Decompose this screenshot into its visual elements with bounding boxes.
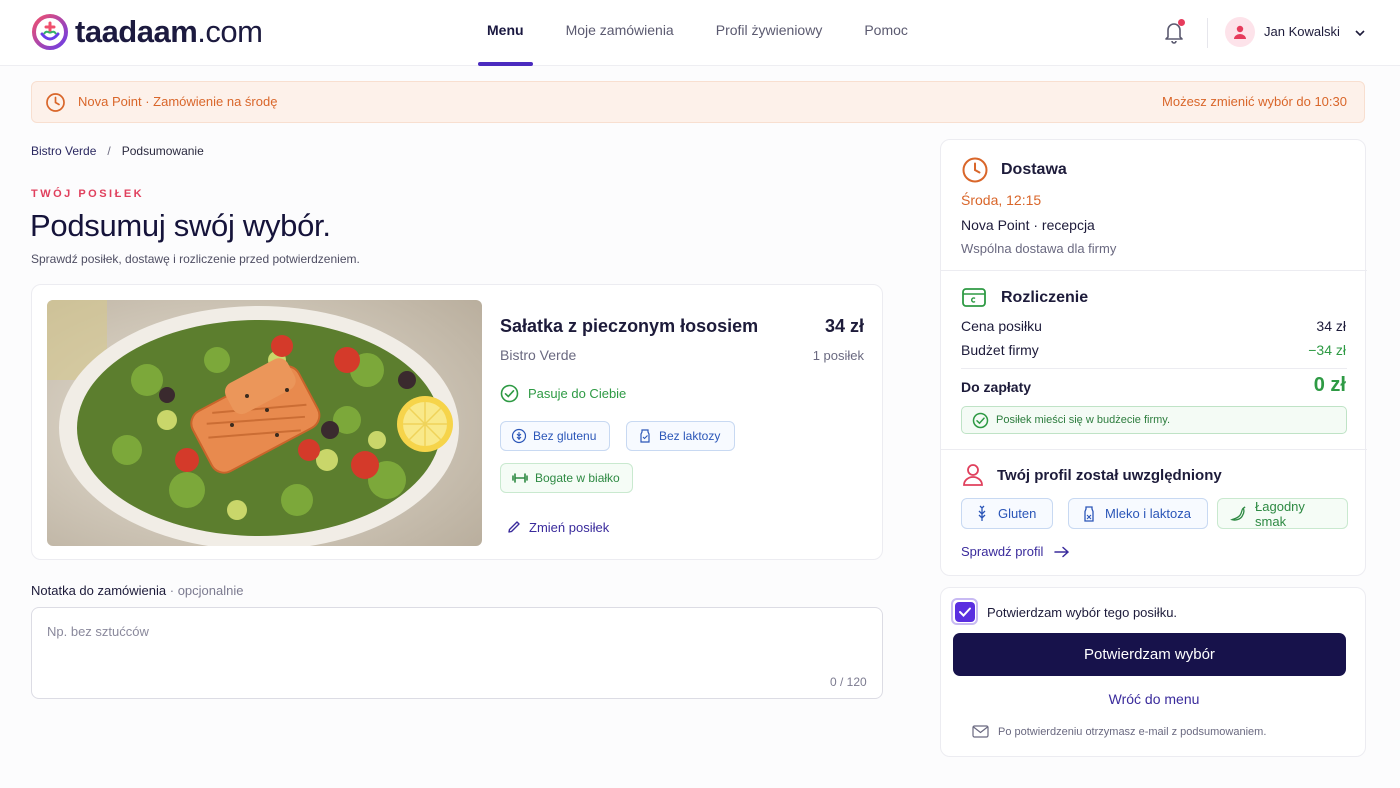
logo[interactable]: taadaam.com [31,12,263,52]
change-meal-link[interactable]: Zmień posiłek [506,519,609,535]
tag-label: Bez glutenu [533,429,597,443]
delivery-place: Nova Point · recepcja [961,217,1095,233]
logo-icon [31,13,69,51]
email-note-text: Po potwierdzeniu otrzymasz e-mail z pods… [998,725,1267,738]
tag-label: Bez laktozy [659,429,721,443]
change-meal-label: Zmień posiłek [529,519,610,535]
pepper-icon [1230,505,1246,521]
budget-ok-text: Posiłek mieści się w budżecie firmy. [996,414,1171,426]
delivery-info: Wspólna dostawa dla firmy [961,241,1117,256]
section-kicker: TWÓJ POSIŁEK [31,188,145,200]
budget-ok-message: Posiłek mieści się w budżecie firmy. [961,406,1347,434]
dumbbell-icon [512,473,528,483]
milk-icon [640,429,650,443]
meal-restaurant: Bistro Verde [500,347,577,363]
billing-budget-label: Budżet firmy [961,342,1039,358]
check-profile-label: Sprawdź profil [961,544,1044,559]
check-circle-icon [500,384,519,403]
profile-chip-gluten: Gluten [961,498,1053,529]
wheat-icon [978,505,986,521]
profile-chip-milk: Mleko i laktoza [1068,498,1208,529]
breadcrumb-parent[interactable]: Bistro Verde [31,144,96,158]
meal-price: 34 zł [824,316,864,336]
user-icon [1234,25,1246,39]
fit-label: Pasuje do Ciebie [528,386,627,401]
fit-badge: Pasuje do Ciebie [500,384,626,403]
notification-dot [1178,19,1185,26]
breadcrumb-current: Podsumowanie [121,144,204,158]
banner-location: Nova Point · Zamówienie na środę [78,94,278,109]
mail-icon [972,725,989,738]
check-circle-icon [972,412,989,428]
pencil-icon [508,521,520,533]
delivery-time: Środa, 12:15 [961,192,1042,208]
back-to-menu-link[interactable]: Wróć do menu [941,691,1367,707]
checkmark-icon [954,601,975,622]
divider [941,449,1367,450]
confirm-panel: Potwierdzam wybór tego posiłku. Potwierd… [940,587,1366,757]
nav-nutrition-profile[interactable]: Profil żywieniowy [707,0,832,66]
meal-card: Sałatka z pieczonym łososiem 34 zł Bistr… [31,284,883,560]
check-profile-link[interactable]: Sprawdź profil [961,544,1070,559]
profile-chip-mild: Łagodny smak [1217,498,1348,529]
delivery-title: Dostawa [1001,161,1067,178]
divider [961,368,1347,369]
chip-label: Gluten [998,506,1037,521]
clock-icon [46,93,65,112]
avatar[interactable] [1225,17,1255,47]
milk-icon [1084,505,1094,522]
deadline-banner: Nova Point · Zamówienie na środę Możesz … [31,81,1365,123]
divider [941,270,1367,271]
user-name[interactable]: Jan Kowalski [1264,24,1340,39]
banner-deadline: Możesz zmienić wybór do 10:30 [1162,94,1347,109]
billing-total-label: Do zapłaty [961,379,1032,395]
note-label: Notatka do zamówienia · opcjonalnie [31,583,244,598]
chip-label: Łagodny smak [1255,498,1305,529]
user-icon [963,464,983,486]
confirm-checkbox[interactable] [951,598,978,625]
tag-label: Bogate w białko [535,471,620,485]
nav-menu[interactable]: Menu [478,0,533,66]
wallet-icon [962,288,986,307]
order-note-input[interactable] [31,607,883,699]
meal-name: Sałatka z pieczonym łososiem [500,316,759,336]
billing-meal-price-value: 34 zł [1316,318,1346,334]
confirm-checkbox-label[interactable]: Potwierdzam wybór tego posiłku. [987,605,1177,620]
main-nav: Menu Moje zamówienia Profil żywieniowy P… [478,0,941,66]
breadcrumb: Bistro Verde / Podsumowanie [31,144,204,158]
billing-meal-price-label: Cena posiłku [961,318,1042,334]
clock-icon [962,157,988,183]
breadcrumb-separator: / [107,144,111,158]
page-title: Podsumuj swój wybór. [30,208,331,243]
nav-help[interactable]: Pomoc [855,0,917,66]
profile-title: Twój profil został uwzględniony [997,467,1222,484]
tag-gluten-free: Bez glutenu [500,421,610,451]
notifications-bell-icon[interactable] [1162,19,1186,45]
meal-quantity: 1 posiłek [812,348,864,363]
tag-high-protein: Bogate w białko [500,463,633,493]
tag-lactose-free: Bez laktozy [626,421,735,451]
meal-image [47,300,482,546]
top-header: taadaam.com Menu Moje zamówienia Profil … [0,0,1400,66]
summary-panel: Dostawa Środa, 12:15 Nova Point · recepc… [940,139,1367,576]
chevron-down-icon[interactable] [1353,26,1367,40]
billing-total-value: 0 zł [1313,374,1346,396]
nav-my-orders[interactable]: Moje zamówienia [557,0,683,66]
note-char-counter: 0 / 120 [830,675,867,689]
billing-budget-value: −34 zł [1308,342,1346,358]
header-divider [1207,18,1208,48]
billing-title: Rozliczenie [1001,289,1089,306]
chip-label: Mleko i laktoza [1105,506,1191,521]
arrow-right-icon [1054,546,1070,557]
confirm-choice-button[interactable]: Potwierdzam wybór [953,633,1346,676]
page-subtitle: Sprawdź posiłek, dostawę i rozliczenie p… [31,252,360,266]
no-wheat-icon [511,428,527,444]
logo-text: taadaam.com [75,14,263,49]
email-note: Po potwierdzeniu otrzymasz e-mail z pods… [972,725,1266,738]
